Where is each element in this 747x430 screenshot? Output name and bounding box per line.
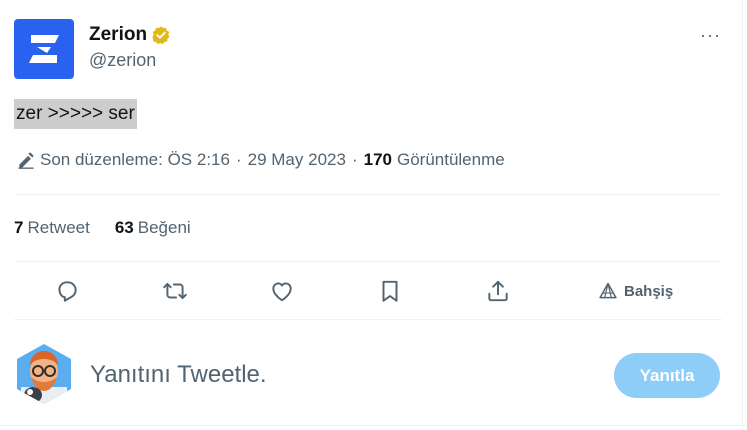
author-name-row[interactable]: Zerion — [89, 24, 171, 46]
author-name[interactable]: Zerion — [89, 24, 147, 46]
reply-input[interactable]: Yanıtını Tweetle. — [90, 361, 267, 389]
reply-icon — [58, 281, 77, 302]
divider — [14, 194, 722, 195]
retweet-stat[interactable]: 7 Retweet — [14, 218, 90, 238]
reply-submit-button[interactable]: Yanıtla — [614, 353, 720, 398]
reply-button[interactable] — [53, 277, 81, 305]
share-icon — [488, 280, 508, 302]
divider — [14, 261, 722, 262]
heart-icon — [272, 282, 292, 302]
bookmark-icon — [382, 280, 398, 302]
like-stat[interactable]: 63 Beğeni — [115, 218, 191, 238]
tweet-meta: Son düzenleme: ÖS 2:16 · 29 May 2023 · 1… — [16, 150, 505, 170]
like-label: Beğeni — [137, 218, 191, 237]
edited-timestamp[interactable]: Son düzenleme: ÖS 2:16 — [40, 150, 230, 170]
profile-avatar-zerion[interactable] — [14, 19, 74, 79]
retweet-label: Retweet — [27, 218, 90, 237]
divider — [14, 319, 722, 320]
retweet-button[interactable] — [161, 277, 189, 305]
bookmark-button[interactable] — [376, 277, 404, 305]
tweet-date[interactable]: 29 May 2023 — [248, 150, 346, 170]
tweet-text: zer >>>>> ser — [14, 99, 137, 129]
retweet-count: 7 — [14, 218, 24, 237]
tip-label: Bahşiş — [624, 282, 674, 300]
user-avatar[interactable] — [13, 343, 75, 405]
meta-separator: · — [235, 150, 242, 169]
zerion-logo-icon — [29, 35, 59, 63]
retweet-icon — [163, 282, 187, 300]
views-label: Görüntülenme — [396, 150, 505, 169]
column-border — [742, 0, 743, 430]
verified-badge-icon — [152, 26, 170, 45]
edit-pencil-icon — [18, 152, 34, 169]
meta-separator: · — [351, 150, 358, 169]
share-button[interactable] — [484, 277, 512, 305]
like-count: 63 — [114, 218, 134, 237]
more-options-icon[interactable]: ··· — [700, 26, 721, 44]
avatar-illustration — [17, 344, 71, 404]
tip-button[interactable]: Bahşiş — [598, 281, 673, 301]
tweet-detail: Zerion @zerion ··· zer >>>>> ser Son düz… — [0, 0, 747, 430]
like-button[interactable] — [268, 277, 296, 305]
views-count: 170 — [363, 150, 392, 169]
tip-triangle-icon — [599, 282, 617, 299]
engagement-stats: 7 Retweet 63 Beğeni — [14, 218, 216, 238]
author-handle[interactable]: @zerion — [89, 50, 156, 71]
bottom-border — [0, 425, 747, 426]
